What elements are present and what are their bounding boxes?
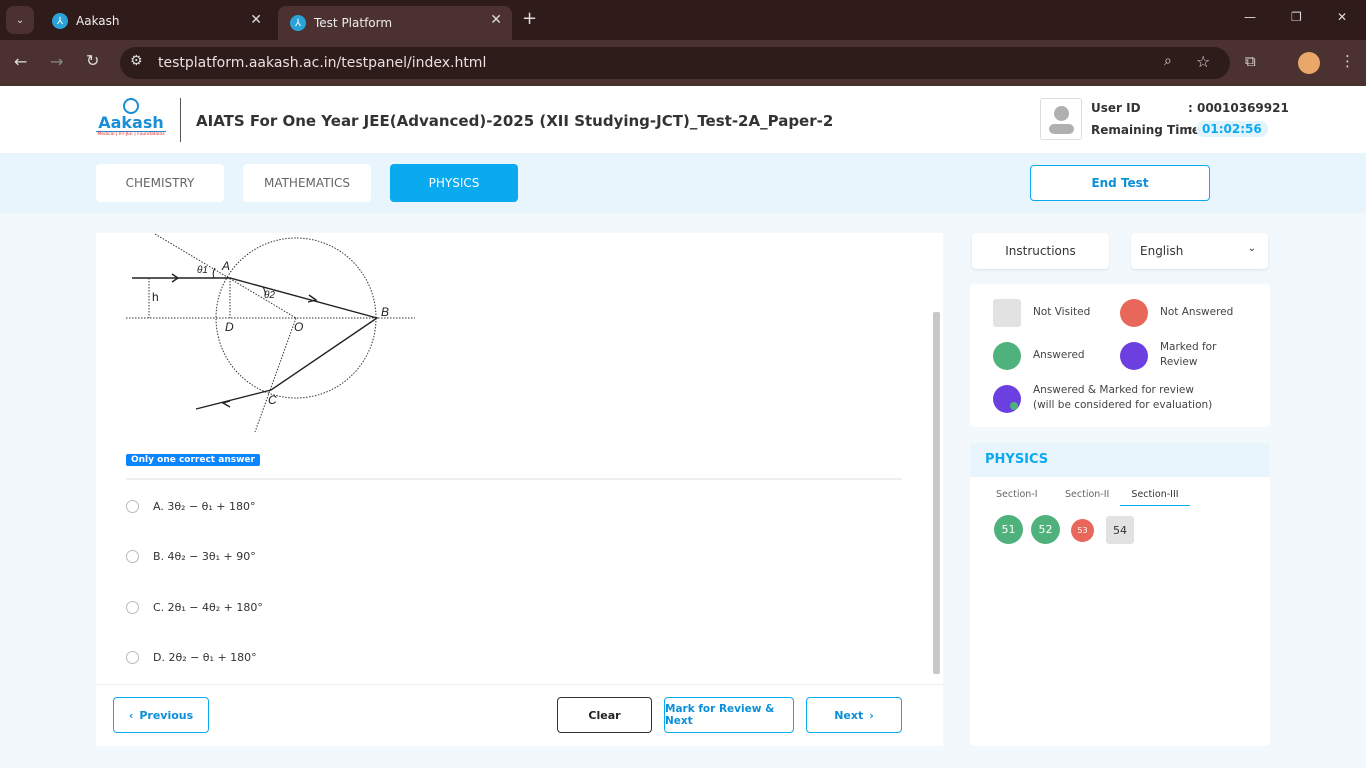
svg-text:h: h xyxy=(152,290,159,304)
bookmark-star-icon[interactable]: ☆ xyxy=(1196,52,1210,71)
restore-icon[interactable]: ❐ xyxy=(1291,10,1302,24)
chevron-down-icon: ⌄ xyxy=(1247,243,1256,254)
question-type-badge: Only one correct answer xyxy=(126,454,260,466)
radio-button[interactable] xyxy=(126,601,139,614)
question-diagram: A B C D O h θ1 θ2 xyxy=(126,233,415,433)
reload-icon[interactable]: ↻ xyxy=(86,51,99,70)
answered-swatch xyxy=(993,342,1021,370)
remaining-time-value: 01:02:56 xyxy=(1196,121,1268,137)
scrollbar[interactable] xyxy=(933,312,940,674)
light-ray xyxy=(132,277,379,410)
svg-text:B: B xyxy=(381,305,389,319)
language-select[interactable]: English ⌄ xyxy=(1131,233,1268,269)
tab-mathematics[interactable]: MATHEMATICS xyxy=(243,164,371,202)
previous-button[interactable]: ‹ Previous xyxy=(113,697,209,733)
close-tab-icon[interactable]: ✕ xyxy=(250,12,262,28)
aakash-favicon-icon: ⅄ xyxy=(52,13,68,29)
browser-tab-test-platform[interactable]: ⅄ Test Platform ✕ xyxy=(278,6,512,40)
end-test-button[interactable]: End Test xyxy=(1030,165,1210,201)
user-avatar xyxy=(1040,98,1082,140)
svg-text:A: A xyxy=(221,259,230,273)
tab-physics[interactable]: PHYSICS xyxy=(390,164,518,202)
browser-toolbar: ← → ↻ ⚙ testplatform.aakash.ac.in/testpan… xyxy=(0,40,1366,86)
oc-line xyxy=(254,317,297,433)
browser-chrome: ⌄ ⅄ Aakash ✕ ⅄ Test Platform ✕ + — ❐ ✕ ← → ↻… xyxy=(0,0,1366,86)
radio-button[interactable] xyxy=(126,500,139,513)
answered-marked-swatch xyxy=(993,385,1021,413)
svg-text:O: O xyxy=(294,320,303,334)
minimize-icon[interactable]: — xyxy=(1244,10,1256,24)
profile-avatar[interactable] xyxy=(1298,52,1320,74)
svg-text:C: C xyxy=(268,393,277,407)
chevron-left-icon: ‹ xyxy=(128,708,134,722)
marked-review-swatch xyxy=(1120,342,1148,370)
question-53-button[interactable]: 53 xyxy=(1071,519,1094,542)
menu-icon[interactable]: ⋮ xyxy=(1340,52,1355,70)
clear-button[interactable]: Clear xyxy=(557,697,652,733)
question-52-button[interactable]: 52 xyxy=(1031,515,1060,544)
instructions-button[interactable]: Instructions xyxy=(972,233,1109,269)
question-51-button[interactable]: 51 xyxy=(994,515,1023,544)
legend-panel: Not Visited Not Answered Answered Marked… xyxy=(970,284,1270,427)
svg-text:θ1: θ1 xyxy=(197,265,208,276)
mark-review-next-button[interactable]: Mark for Review & Next xyxy=(664,697,794,733)
test-title: AIATS For One Year JEE(Advanced)-2025 (X… xyxy=(196,112,834,130)
zoom-icon[interactable]: ⌕ xyxy=(1164,53,1172,69)
option-b[interactable]: B. 4θ₂ − 3θ₁ + 90° xyxy=(126,550,256,563)
next-button[interactable]: Next › xyxy=(806,697,902,733)
browser-tab-aakash[interactable]: ⅄ Aakash ✕ xyxy=(40,6,272,36)
question-palette: PHYSICS Section-I Section-II Section-III… xyxy=(970,443,1270,746)
tab-list-button[interactable]: ⌄ xyxy=(6,6,34,34)
option-a[interactable]: A. 3θ₂ − θ₁ + 180° xyxy=(126,500,256,513)
back-icon[interactable]: ← xyxy=(14,52,27,71)
header-divider xyxy=(180,98,181,142)
user-id-value: : 00010369921 xyxy=(1188,101,1289,115)
logo-emblem-icon xyxy=(123,98,139,114)
forward-icon[interactable]: → xyxy=(50,52,63,71)
aakash-logo: Aakash Medical | IIT-JEE | Foundations xyxy=(96,98,166,137)
extensions-icon[interactable]: ⧉ xyxy=(1245,52,1256,70)
option-c[interactable]: C. 2θ₁ − 4θ₂ + 180° xyxy=(126,601,263,614)
section-tab-2[interactable]: Section-II xyxy=(1065,489,1109,500)
user-id-label: User ID xyxy=(1091,101,1141,115)
aakash-favicon-icon: ⅄ xyxy=(290,15,306,31)
option-d[interactable]: D. 2θ₂ − θ₁ + 180° xyxy=(126,651,257,664)
site-settings-icon[interactable]: ⚙ xyxy=(130,53,143,69)
radio-button[interactable] xyxy=(126,550,139,563)
question-54-button[interactable]: 54 xyxy=(1106,516,1134,544)
divider xyxy=(126,478,902,480)
close-tab-icon[interactable]: ✕ xyxy=(490,12,502,28)
svg-text:θ2: θ2 xyxy=(264,290,275,301)
palette-subject-title: PHYSICS xyxy=(985,452,1049,467)
tab-chemistry[interactable]: CHEMISTRY xyxy=(96,164,224,202)
section-tab-3[interactable]: Section-III xyxy=(1120,489,1190,506)
not-answered-swatch xyxy=(1120,299,1148,327)
svg-text:D: D xyxy=(225,320,234,334)
chevron-right-icon: › xyxy=(869,708,874,722)
new-tab-button[interactable]: + xyxy=(522,8,537,29)
footer-divider xyxy=(96,684,943,685)
address-bar[interactable]: ⚙ testplatform.aakash.ac.in/testpanel/ind… xyxy=(120,47,1230,79)
not-visited-swatch xyxy=(993,299,1021,327)
close-window-icon[interactable]: ✕ xyxy=(1337,10,1347,24)
remaining-time-label: Remaining Time xyxy=(1091,123,1201,137)
section-tab-1[interactable]: Section-I xyxy=(996,489,1038,500)
radio-button[interactable] xyxy=(126,651,139,664)
